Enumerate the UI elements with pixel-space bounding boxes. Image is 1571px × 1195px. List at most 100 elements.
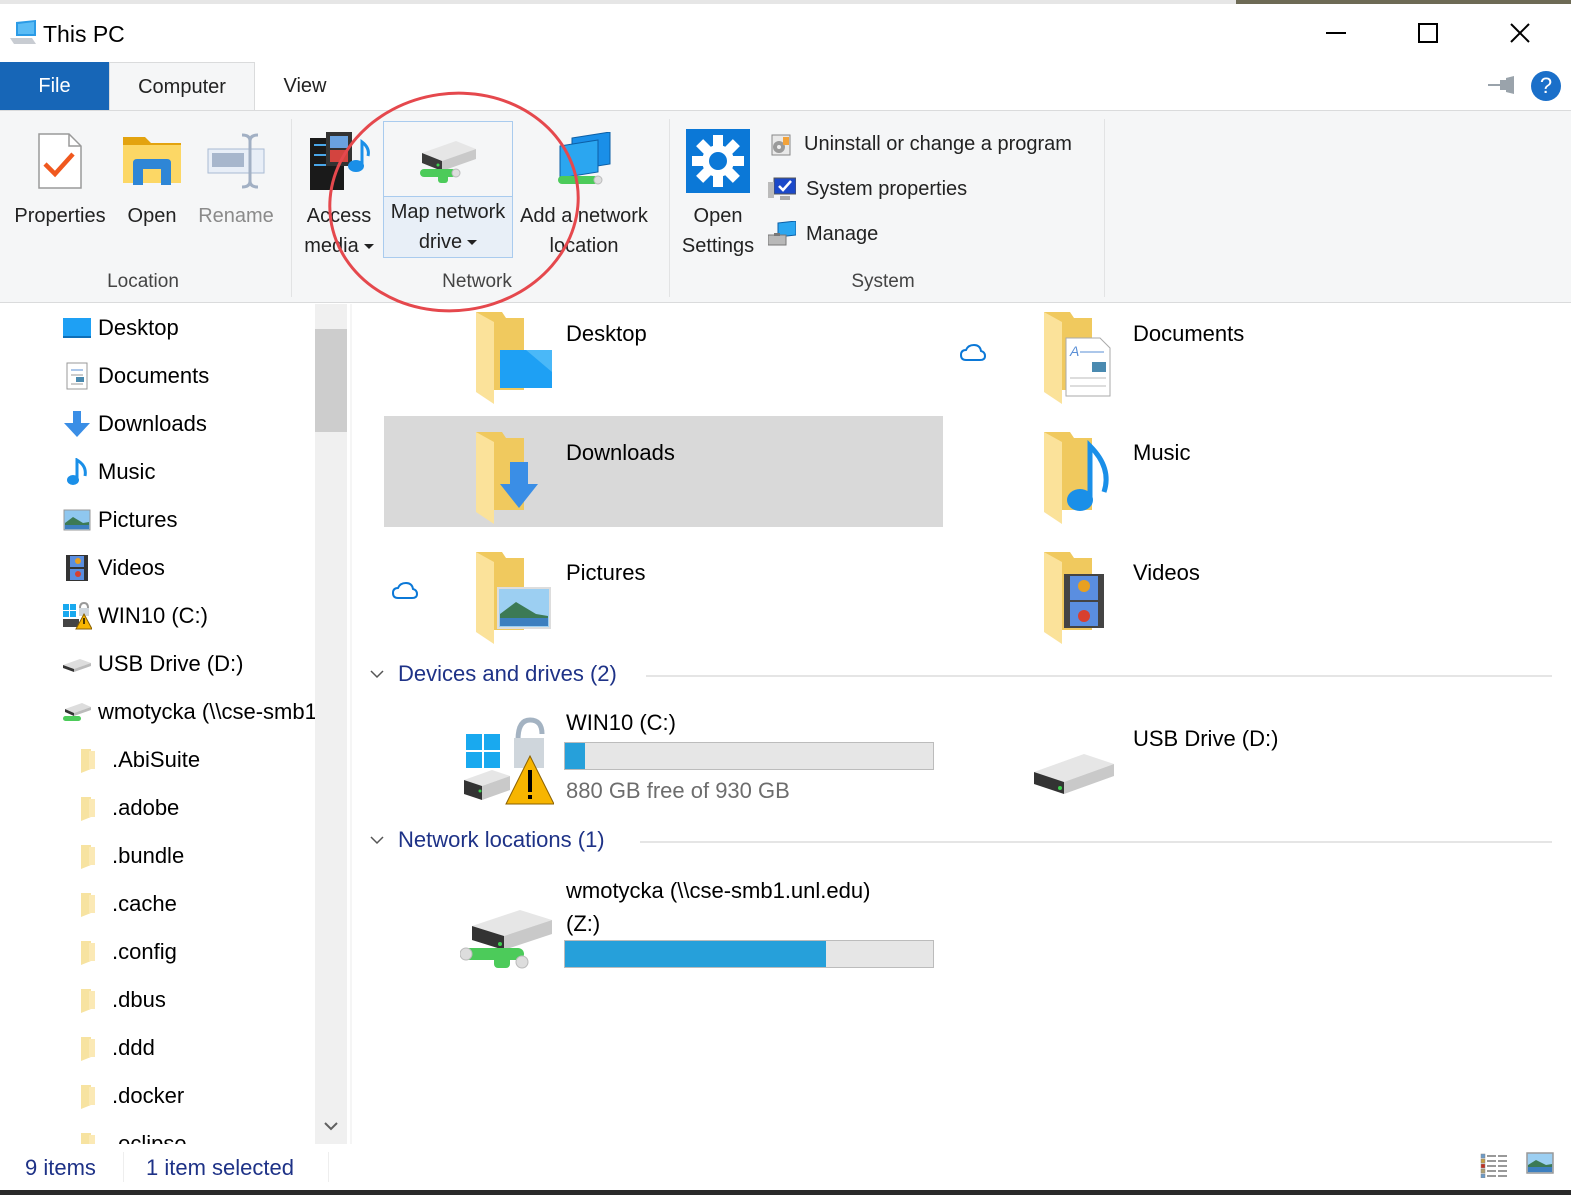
folder-icon <box>78 1033 98 1063</box>
folder-tile-documents[interactable]: A Documents <box>952 306 1552 414</box>
open-settings-button[interactable]: Open Settings <box>675 121 761 261</box>
item-count: 9 items <box>25 1155 96 1180</box>
system-drive-large-icon <box>462 710 555 811</box>
add-network-location-icon <box>514 121 654 201</box>
nav-scrollbar[interactable] <box>315 304 347 1144</box>
nav-item-label: WIN10 (C:) <box>98 603 208 628</box>
details-view-icon <box>1480 1153 1507 1179</box>
pane-splitter[interactable] <box>350 304 352 1144</box>
folder-icon <box>78 985 98 1015</box>
scroll-down-button[interactable] <box>315 1112 347 1140</box>
folder-tile-downloads[interactable]: Downloads <box>384 416 943 527</box>
usb-drive-large-icon <box>1032 750 1116 801</box>
tab-computer[interactable]: Computer <box>109 62 255 111</box>
map-network-drive-label: Map network drive <box>384 196 512 257</box>
minimize-button[interactable] <box>1290 4 1382 62</box>
nav-subfolder[interactable]: .docker <box>0 1072 315 1120</box>
folder-icon <box>78 1081 98 1111</box>
drive-tile-network-z[interactable]: wmotycka (\\cse-smb1.unl.edu) (Z:) <box>384 868 944 980</box>
nav-subfolder-label: .config <box>112 939 177 964</box>
nav-item-network-drive-z[interactable]: wmotycka (\\cse-smb1.unl.edu) (Z:) <box>0 688 315 736</box>
nav-item-music[interactable]: Music <box>0 448 315 496</box>
system-properties-icon <box>768 177 796 200</box>
properties-icon <box>8 121 112 201</box>
maximize-icon <box>1418 23 1438 43</box>
chevron-down-icon <box>370 836 384 845</box>
nav-item-label: Documents <box>98 363 210 388</box>
pin-ribbon-icon[interactable] <box>1488 76 1516 99</box>
section-header-network[interactable]: Network locations (1) <box>370 827 605 853</box>
access-media-icon <box>298 121 380 201</box>
dropdown-caret-icon <box>363 244 374 250</box>
nav-subfolder[interactable]: .dbus <box>0 976 315 1024</box>
section-label: Network locations (1) <box>398 827 605 852</box>
add-network-location-label: Add a network location <box>520 205 648 257</box>
drive-letter: (Z:) <box>566 911 601 936</box>
properties-button[interactable]: Properties <box>8 121 112 231</box>
drive-free-space: 880 GB free of 930 GB <box>566 778 790 803</box>
folder-tile-pictures[interactable]: Pictures <box>384 530 944 644</box>
rename-icon <box>192 121 280 201</box>
system-properties-button[interactable]: System properties <box>768 176 967 202</box>
add-network-location-button[interactable]: Add a network location <box>514 121 654 261</box>
nav-item-videos[interactable]: Videos <box>0 544 315 592</box>
map-network-drive-button[interactable]: Map network drive <box>383 121 513 258</box>
folder-tile-music[interactable]: Music <box>952 416 1552 527</box>
map-network-drive-icon <box>384 122 512 196</box>
nav-subfolder[interactable]: .config <box>0 928 315 976</box>
settings-gear-icon <box>675 121 761 201</box>
nav-item-documents[interactable]: Documents <box>0 352 315 400</box>
drive-usage-fill <box>565 743 585 769</box>
nav-subfolder-label: .bundle <box>112 843 185 868</box>
window-title: This PC <box>43 21 125 47</box>
drive-usage-bar <box>564 742 934 770</box>
folder-tile-videos[interactable]: Videos <box>952 530 1552 644</box>
nav-item-pictures[interactable]: Pictures <box>0 496 315 544</box>
folder-name: Downloads <box>566 440 675 465</box>
large-icons-view-button[interactable] <box>1526 1152 1554 1180</box>
folder-name: Documents <box>1133 321 1245 346</box>
folder-tile-desktop[interactable]: Desktop <box>384 306 944 414</box>
nav-subfolder[interactable]: .bundle <box>0 832 315 880</box>
drive-tile-usb-d[interactable]: USB Drive (D:) <box>952 700 1552 810</box>
folder-name: Pictures <box>566 560 646 585</box>
manage-label: Manage <box>806 222 879 245</box>
access-media-button[interactable]: Access media <box>298 121 380 261</box>
nav-item-downloads[interactable]: Downloads <box>0 400 315 448</box>
pictures-icon <box>62 505 92 535</box>
section-header-devices[interactable]: Devices and drives (2) <box>370 661 617 687</box>
nav-item-label: Videos <box>98 555 165 580</box>
open-button[interactable]: Open <box>118 121 186 231</box>
tab-view[interactable]: View <box>255 62 355 110</box>
nav-item-label: wmotycka (\\cse-smb1.unl.edu) (Z:) <box>98 699 315 724</box>
taskbar-edge <box>0 1190 1571 1195</box>
videos-folder-icon <box>1044 552 1124 649</box>
ribbon-tabs: File Computer View ? <box>0 62 1571 111</box>
help-icon: ? <box>1539 73 1553 98</box>
rename-button[interactable]: Rename <box>192 121 280 231</box>
close-button[interactable] <box>1474 4 1566 62</box>
maximize-button[interactable] <box>1382 4 1474 62</box>
details-view-button[interactable] <box>1480 1152 1508 1184</box>
downloads-folder-icon <box>476 432 556 529</box>
manage-button[interactable]: Manage <box>768 221 878 247</box>
nav-item-win10-c[interactable]: WIN10 (C:) <box>0 592 315 640</box>
folder-name: Desktop <box>566 321 647 346</box>
nav-scrollbar-thumb[interactable] <box>315 329 347 432</box>
tab-file[interactable]: File <box>0 62 109 110</box>
documents-folder-icon: A <box>1044 312 1124 409</box>
nav-subfolder[interactable]: .eclipse <box>0 1120 315 1144</box>
nav-subfolder[interactable]: .AbiSuite <box>0 736 315 784</box>
help-button[interactable]: ? <box>1531 71 1561 101</box>
drive-tile-win10-c[interactable]: WIN10 (C:) 880 GB free of 930 GB <box>384 700 944 810</box>
uninstall-program-button[interactable]: Uninstall or change a program <box>768 131 1072 157</box>
folder-icon <box>78 841 98 871</box>
nav-subfolder[interactable]: .adobe <box>0 784 315 832</box>
nav-item-desktop[interactable]: Desktop <box>0 304 315 352</box>
title-bar: This PC <box>0 4 1571 62</box>
dropdown-caret-icon <box>467 240 478 246</box>
manage-icon <box>768 221 796 246</box>
nav-subfolder[interactable]: .ddd <box>0 1024 315 1072</box>
nav-item-usb-drive-d[interactable]: USB Drive (D:) <box>0 640 315 688</box>
nav-subfolder[interactable]: .cache <box>0 880 315 928</box>
